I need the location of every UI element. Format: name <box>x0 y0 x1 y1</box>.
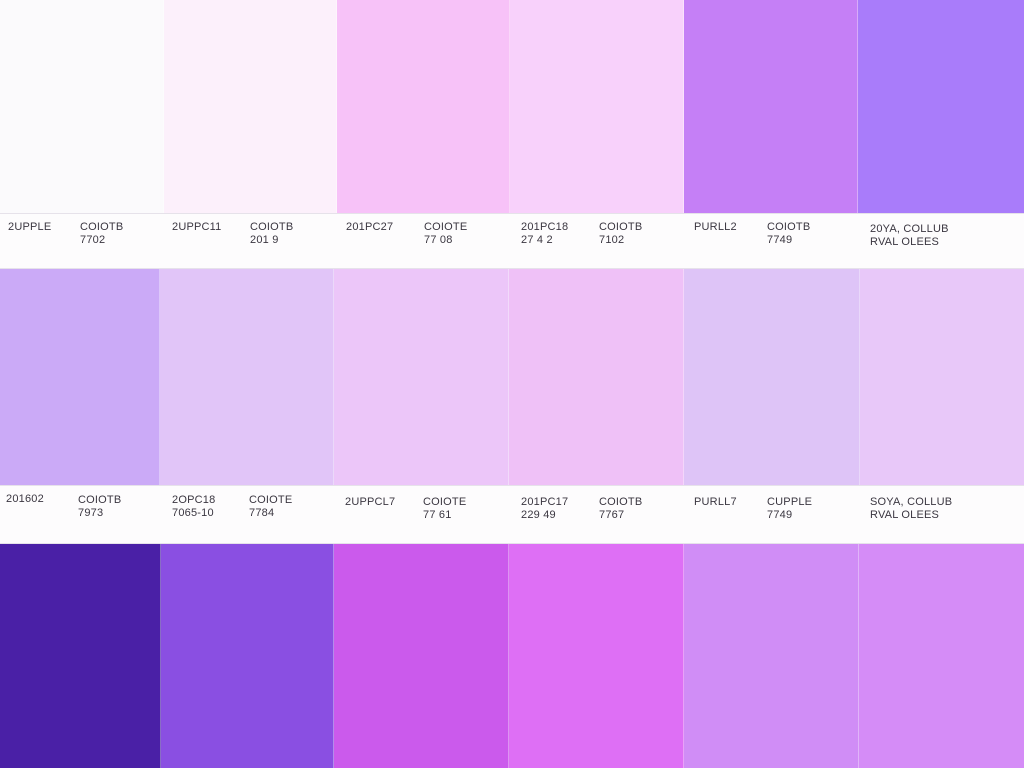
swatch <box>509 269 684 485</box>
swatch <box>161 544 334 768</box>
swatch-row-3 <box>0 544 1024 768</box>
swatch-label: COIOTE 7784 <box>249 494 292 520</box>
swatch <box>0 269 160 485</box>
swatch <box>164 0 337 213</box>
swatch <box>684 544 859 768</box>
swatch-label-line: 27 4 2 <box>521 234 553 246</box>
swatch-label-line: 7973 <box>78 507 104 519</box>
swatch-label-line: COIOTB <box>250 221 294 233</box>
paint-swatch-card: 2UPPLE COIOTB 7702 2UPPC11 COIOTB 201 9 20… <box>0 0 1024 768</box>
swatch-label-line: PURLL7 <box>694 496 737 508</box>
swatch-label: 201PC17 229 49 <box>521 496 568 522</box>
swatch <box>160 269 334 485</box>
swatch-label-line: SOYA, COLLUB <box>870 496 953 508</box>
swatch-label-line: 201 9 <box>250 234 279 246</box>
swatch-label: 2UPPC11 <box>172 221 222 234</box>
swatch-label-line: 7784 <box>249 507 275 519</box>
swatch-label-line: 201PC27 <box>346 221 394 233</box>
swatch-label-line: 201PC17 <box>521 496 569 508</box>
swatch-label: COIOTB 7767 <box>599 496 642 522</box>
swatch <box>509 544 684 768</box>
swatch-label-line: RVAL OLEES <box>870 509 940 521</box>
swatch-label: COIOTE 77 61 <box>423 496 466 522</box>
swatch-label-line: COIOTE <box>423 496 467 508</box>
swatch <box>0 0 164 213</box>
swatch-label: SOYA, COLLUB RVAL OLEES <box>870 496 952 522</box>
swatch-label-line: 2UPPLE <box>8 221 52 233</box>
swatch-label-line: 7767 <box>599 509 625 521</box>
swatch-label: PURLL2 <box>694 221 737 234</box>
swatch-label: COIOTB 7973 <box>78 494 121 520</box>
swatch <box>0 544 161 768</box>
swatch-label-line: 201602 <box>6 493 44 505</box>
swatch-label-line: 77 61 <box>423 509 452 521</box>
swatch <box>684 0 858 213</box>
swatch-label-line: 2UPPCL7 <box>345 496 396 508</box>
swatch-label: COIOTB 7749 <box>767 221 810 247</box>
label-strip-1: 2UPPLE COIOTB 7702 2UPPC11 COIOTB 201 9 20… <box>0 213 1024 269</box>
swatch-label-line: RVAL OLEES <box>870 236 940 248</box>
swatch-label-line: COIOTE <box>249 494 293 506</box>
swatch-label-line: COIOTB <box>599 221 643 233</box>
swatch <box>334 269 509 485</box>
swatch-label-line: 229 49 <box>521 509 556 521</box>
swatch-label-line: 201PC18 <box>521 221 569 233</box>
swatch-label-line: 7749 <box>767 509 793 521</box>
swatch-label-line: 2OPC18 <box>172 494 216 506</box>
swatch-label-line: 7749 <box>767 234 793 246</box>
swatch-label: 2UPPLE <box>8 221 51 234</box>
swatch-label: COIOTE 77 08 <box>424 221 467 247</box>
swatch-label-line: 7702 <box>80 234 106 246</box>
swatch-label: COIOTB 201 9 <box>250 221 293 247</box>
swatch <box>334 544 509 768</box>
swatch-label: 2OPC18 7065-10 <box>172 494 215 520</box>
swatch-label-line: COIOTB <box>78 494 122 506</box>
swatch <box>510 0 684 213</box>
swatch-label: COIOTB 7702 <box>80 221 123 247</box>
swatch-label-line: COIOTE <box>424 221 468 233</box>
swatch-label-line: 7065-10 <box>172 507 214 519</box>
swatch-row-1 <box>0 0 1024 213</box>
swatch-label-line: COIOTB <box>80 221 124 233</box>
swatch-label-line: 7102 <box>599 234 625 246</box>
swatch-label-line: 20YA, COLLUB <box>870 223 949 235</box>
swatch-label-line: COIOTB <box>599 496 643 508</box>
swatch <box>858 0 1024 213</box>
swatch-label: 20YA, COLLUB RVAL OLEES <box>870 223 949 249</box>
swatch-label-line: 77 08 <box>424 234 453 246</box>
swatch-label: 201602 <box>6 493 44 506</box>
swatch-label-line: CUPPLE <box>767 496 813 508</box>
label-strip-2: 201602 COIOTB 7973 2OPC18 7065-10 COIOTE 77… <box>0 485 1024 544</box>
swatch <box>684 269 860 485</box>
swatch-label: COIOTB 7102 <box>599 221 642 247</box>
swatch-label-line: COIOTB <box>767 221 811 233</box>
swatch-label-line: 2UPPC11 <box>172 221 222 233</box>
swatch-label-line: PURLL2 <box>694 221 737 233</box>
swatch <box>859 544 1024 768</box>
swatch-row-2 <box>0 269 1024 485</box>
swatch <box>337 0 510 213</box>
swatch-label: CUPPLE 7749 <box>767 496 812 522</box>
swatch-label: 201PC18 27 4 2 <box>521 221 568 247</box>
swatch-label: 201PC27 <box>346 221 393 234</box>
swatch-label: PURLL7 <box>694 496 737 509</box>
swatch <box>860 269 1024 485</box>
swatch-label: 2UPPCL7 <box>345 496 395 509</box>
